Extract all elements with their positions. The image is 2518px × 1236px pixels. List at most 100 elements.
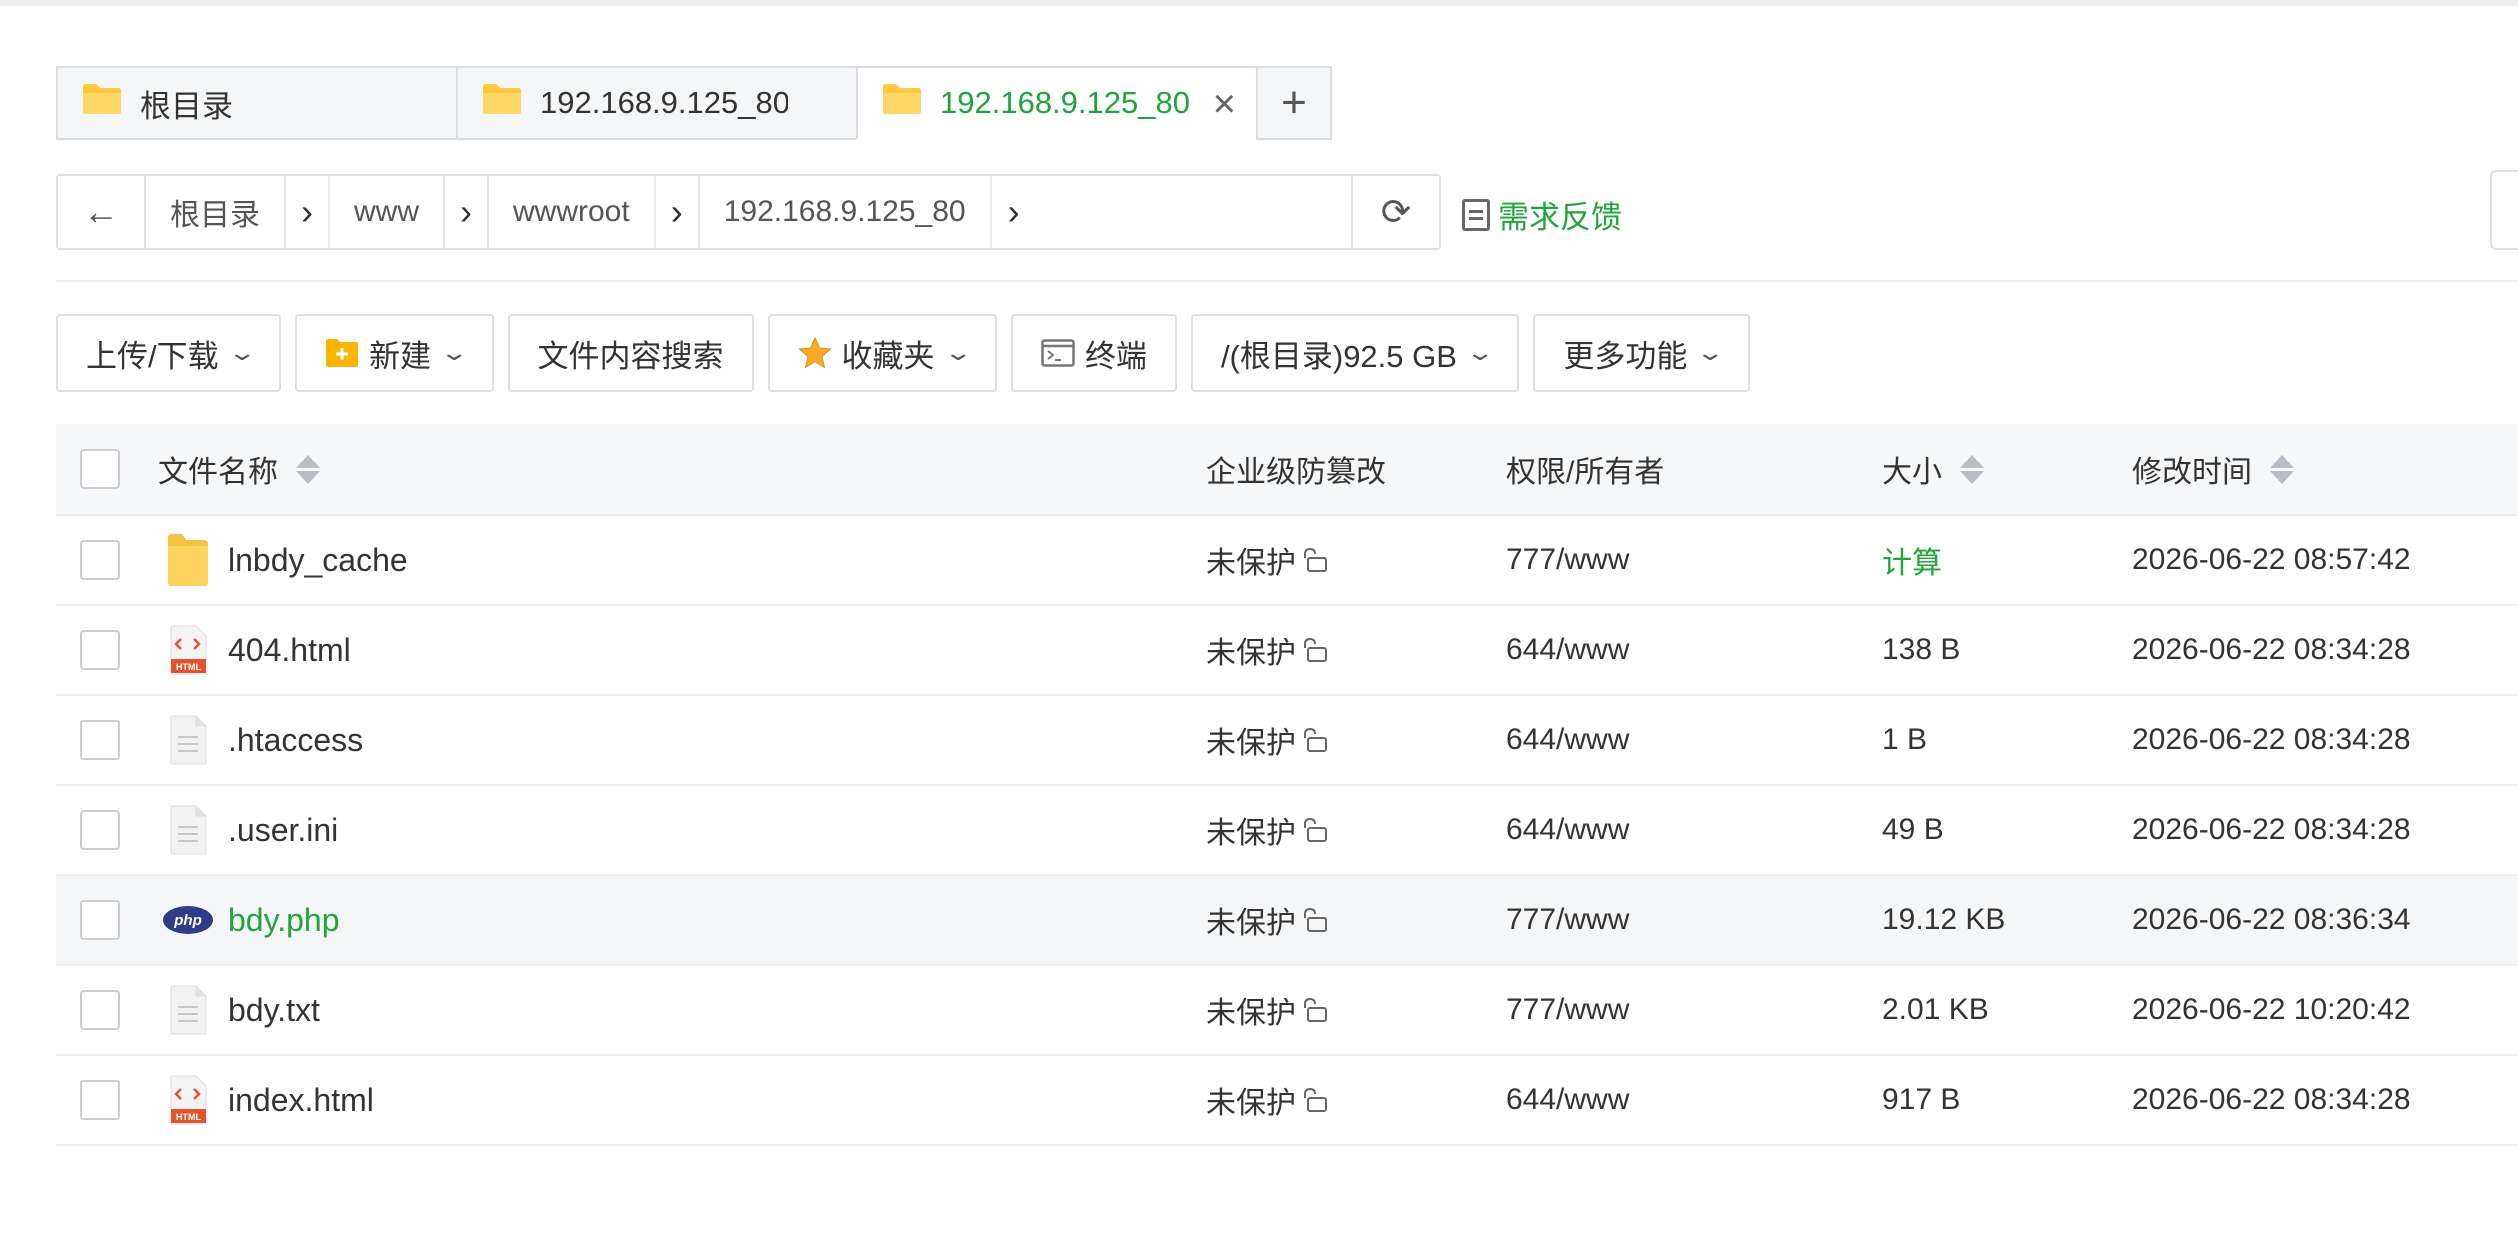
permission-cell[interactable]: 644/www [1506,723,1629,757]
button-label: 上传/下载 [86,338,219,374]
unlock-icon[interactable] [1300,816,1328,850]
path-input-area[interactable] [1036,176,1351,248]
content-search-button[interactable]: 文件内容搜索 [507,314,754,392]
protect-cell[interactable]: 未保护 [1206,1078,1328,1122]
column-header-size[interactable]: 大小 [1882,447,1984,491]
row-checkbox[interactable] [80,540,120,580]
svg-text:HTML: HTML [176,662,201,672]
row-checkbox[interactable] [80,1080,120,1120]
protect-cell[interactable]: 未保护 [1206,808,1328,852]
table-row[interactable]: HTML 404.html 未保护 644/www 138 B 2026-06-22 08… [56,606,2518,696]
protect-cell[interactable]: 未保护 [1206,718,1328,762]
add-tab-button[interactable]: + [1256,66,1332,140]
size-cell[interactable]: 计算 [1882,538,1942,582]
file-name[interactable]: 404.html [228,632,351,669]
edit-note-icon [1462,198,1490,231]
unlock-icon[interactable] [1300,996,1328,1030]
modified-time-cell: 2026-06-22 08:34:28 [2132,633,2411,666]
sort-icon[interactable] [1960,454,1984,484]
unlock-icon[interactable] [1300,906,1328,940]
chevron-right-icon[interactable]: › [653,176,700,248]
file-name[interactable]: bdy.txt [228,992,320,1029]
upload-download-button[interactable]: 上传/下载 ⌄ [56,314,282,392]
terminal-button[interactable]: 终端 [1010,314,1177,392]
table-row[interactable]: .user.ini 未保护 644/www 49 B 2026-06-22 08:34:… [56,786,2518,876]
new-button[interactable]: 新建 ⌄ [295,314,494,392]
chevron-down-icon: ⌄ [942,340,973,365]
button-label: 收藏夹 [841,338,935,374]
chevron-down-icon: ⌄ [227,340,257,365]
file-name-cell[interactable]: bdy.txt [160,985,320,1035]
protect-cell[interactable]: 未保护 [1206,628,1328,672]
size-cell: 138 B [1882,633,1961,666]
file-name[interactable]: index.html [228,1082,374,1119]
file-name-cell[interactable]: .htaccess [160,715,363,765]
breadcrumb-item[interactable]: wwwroot [489,195,654,229]
arrow-left-icon: ← [83,191,119,232]
refresh-button[interactable]: ⟳ [1351,176,1439,248]
chevron-right-icon[interactable]: › [989,176,1036,248]
permission-cell[interactable]: 644/www [1506,813,1629,847]
row-checkbox[interactable] [80,720,120,760]
file-name[interactable]: bdy.php [228,902,340,939]
php-file-icon: php [160,905,216,935]
feedback-link[interactable]: 需求反馈 [1462,192,1622,237]
file-name-cell[interactable]: HTML 404.html [160,625,351,675]
breadcrumb: 根目录 › www › wwwroot › 192.168.9.125_80 › [146,176,1036,248]
search-box-edge[interactable] [2490,170,2518,250]
file-name-cell[interactable]: .user.ini [160,805,338,855]
folder-icon [482,83,522,123]
select-all-checkbox[interactable] [80,449,120,489]
protect-cell[interactable]: 未保护 [1206,538,1328,582]
file-name[interactable]: .user.ini [228,812,338,849]
chevron-right-icon[interactable]: › [443,176,489,248]
permission-cell[interactable]: 777/www [1506,903,1629,937]
column-header-name[interactable]: 文件名称 [158,447,320,491]
permission-cell[interactable]: 644/www [1506,1083,1629,1117]
favorites-button[interactable]: 收藏夹 ⌄ [767,314,997,392]
back-button[interactable]: ← [58,176,146,248]
sort-icon[interactable] [2270,454,2294,484]
button-label: 更多功能 [1563,338,1688,374]
protect-cell[interactable]: 未保护 [1206,898,1328,942]
breadcrumb-item[interactable]: 根目录 [146,190,284,234]
table-row[interactable]: .htaccess 未保护 644/www 1 B 2026-06-22 08:34:2… [56,696,2518,786]
row-checkbox[interactable] [80,990,120,1030]
table-row[interactable]: php bdy.php 未保护 777/www 19.12 KB 2026-06-22 0… [56,876,2518,966]
file-name-cell[interactable]: php bdy.php [160,902,340,939]
file-name[interactable]: .htaccess [228,722,363,759]
column-header-time[interactable]: 修改时间 [2132,447,2294,491]
tab-site-80[interactable]: 192.168.9.125_80 × [856,66,1256,140]
modified-time-cell: 2026-06-22 08:34:28 [2132,813,2411,846]
unlock-icon[interactable] [1300,726,1328,760]
disk-select-button[interactable]: /(根目录)92.5 GB ⌄ [1190,314,1520,392]
chevron-right-icon[interactable]: › [284,176,330,248]
more-functions-button[interactable]: 更多功能 ⌄ [1533,314,1750,392]
permission-cell[interactable]: 777/www [1506,993,1629,1027]
tab-root[interactable]: 根目录 [56,66,456,140]
breadcrumb-item[interactable]: www [330,195,443,229]
table-row[interactable]: lnbdy_cache 未保护 777/www 计算 2026-06-22 08:57:… [56,516,2518,606]
protect-cell[interactable]: 未保护 [1206,988,1328,1032]
header-label: 大小 [1882,456,1942,489]
row-checkbox[interactable] [80,900,120,940]
table-header: 文件名称 企业级防篡改 权限/所有者 大小 修改时间 [56,424,2518,516]
file-name-cell[interactable]: lnbdy_cache [160,532,408,588]
unlock-icon[interactable] [1300,1086,1328,1120]
protect-status: 未保护 [1206,727,1296,760]
breadcrumb-item[interactable]: 192.168.9.125_80 [700,195,990,229]
file-name-cell[interactable]: HTML index.html [160,1075,374,1125]
file-name[interactable]: lnbdy_cache [228,542,408,579]
sort-icon[interactable] [296,454,320,484]
table-row[interactable]: HTML index.html 未保护 644/www 917 B 2026-06-22 … [56,1056,2518,1146]
close-icon[interactable]: × [1213,82,1236,127]
permission-cell[interactable]: 644/www [1506,633,1629,667]
row-checkbox[interactable] [80,810,120,850]
protect-status: 未保护 [1206,997,1296,1030]
unlock-icon[interactable] [1300,546,1328,580]
table-row[interactable]: bdy.txt 未保护 777/www 2.01 KB 2026-06-22 10:20… [56,966,2518,1056]
row-checkbox[interactable] [80,630,120,670]
unlock-icon[interactable] [1300,636,1328,670]
tab-site-808[interactable]: 192.168.9.125_808 [456,66,856,140]
permission-cell[interactable]: 777/www [1506,543,1629,577]
